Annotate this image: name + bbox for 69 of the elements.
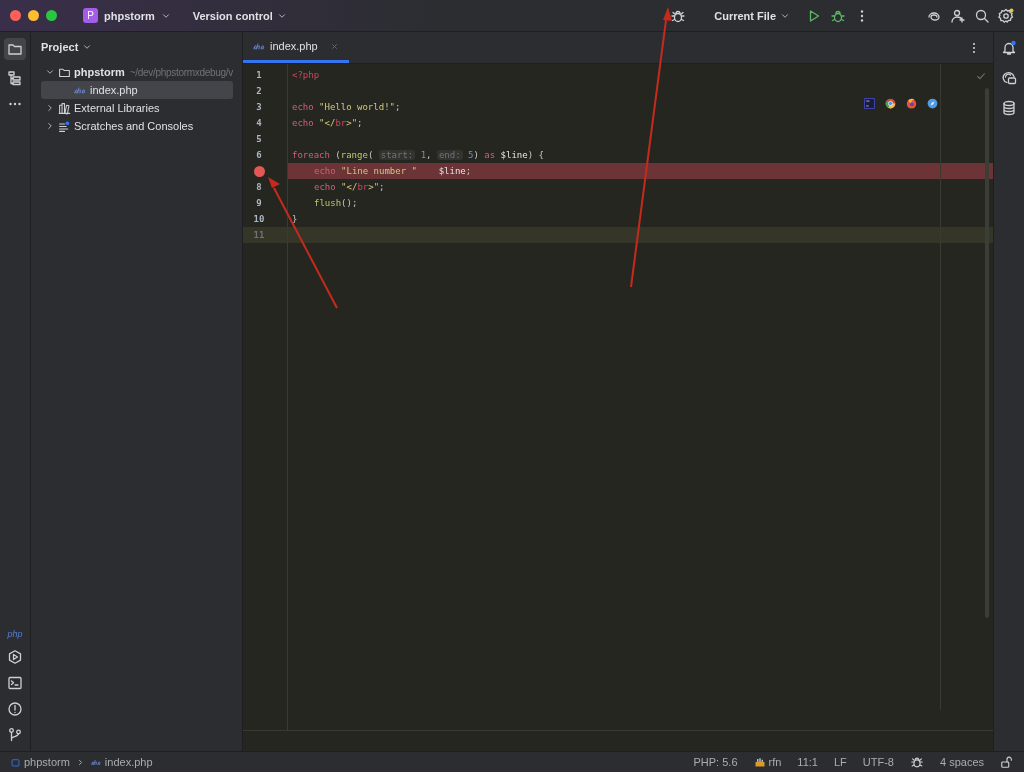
project-tool-button[interactable]	[4, 38, 26, 60]
check-icon	[975, 70, 987, 82]
structure-icon[interactable]	[7, 70, 23, 86]
line-number: 10	[253, 214, 265, 224]
line-number: 2	[256, 86, 262, 96]
lock-icon[interactable]	[1000, 755, 1014, 769]
code-line: echo "</br>";	[314, 182, 385, 192]
bell-icon[interactable]	[1001, 40, 1017, 56]
chevron-down-icon[interactable]	[45, 67, 55, 77]
line-number: 5	[256, 134, 262, 144]
safari-icon[interactable]	[926, 97, 939, 110]
tree-item[interactable]: phpstorm ~/dev/phpstormxdebug/v	[41, 63, 233, 81]
code-editor[interactable]: 1 2 3 4 5 6 8 9 10 11 <?php echo "Hello world!"; echo "</br>"; foreach (range( start: 1, end: 5) as $line) { echo "Line number " $line; echo "</br>"; flush(); }	[243, 64, 993, 730]
phpstorm-icon[interactable]	[863, 97, 876, 110]
scratch-icon	[58, 119, 71, 133]
tree-item[interactable]: Scratches and Consoles	[41, 117, 233, 135]
problems-icon[interactable]	[7, 701, 23, 717]
folder-icon	[7, 41, 23, 57]
code-line: <?php	[292, 70, 320, 80]
line-number: 8	[256, 182, 262, 192]
settings-icon[interactable]	[998, 7, 1014, 24]
line-number: 11	[253, 230, 265, 240]
status-item[interactable]: 4 spaces	[939, 756, 984, 768]
chrome-icon[interactable]	[884, 97, 897, 110]
status-item[interactable]: PHP: 5.6	[693, 756, 738, 768]
line-number: 6	[256, 150, 262, 160]
line-number: 9	[256, 198, 262, 208]
status-item[interactable]: rfn	[753, 756, 782, 768]
run-configuration-selector[interactable]: Current File	[714, 9, 790, 22]
code-line: foreach (range( start: 1, end: 5) as $line) {	[292, 150, 544, 160]
chat-icon[interactable]	[1001, 70, 1017, 86]
bug-icon[interactable]	[909, 755, 924, 769]
breakpoint-marker[interactable]	[253, 165, 265, 177]
database-icon[interactable]	[1001, 100, 1017, 116]
tree-item[interactable]: External Libraries	[41, 99, 233, 117]
project-logo: P	[83, 8, 98, 23]
terminal-icon[interactable]	[7, 675, 23, 691]
close-button[interactable]	[10, 10, 21, 21]
code-line: echo "Line number " $line;	[314, 166, 472, 176]
tree-item[interactable]: index.php	[41, 81, 233, 99]
line-number: 4	[256, 118, 262, 128]
minimize-button[interactable]	[28, 10, 39, 21]
code-line: }	[292, 214, 298, 224]
status-item[interactable]: 11:1	[797, 756, 818, 768]
line-number: 3	[256, 102, 262, 112]
code-line: echo "Hello world!";	[292, 102, 401, 112]
folder-path: ~/dev/phpstormxdebug/v	[129, 66, 233, 78]
chevron-right-icon[interactable]	[45, 121, 55, 131]
breadcrumb[interactable]: phpstorm	[10, 756, 70, 768]
project-switcher[interactable]: P phpstorm	[83, 8, 171, 23]
breadcrumb[interactable]: index.php	[90, 756, 153, 768]
library-icon	[58, 101, 71, 115]
maximize-button[interactable]	[46, 10, 57, 21]
folder-icon	[10, 756, 21, 768]
add-user-icon[interactable]	[950, 7, 966, 24]
git-icon[interactable]	[7, 727, 23, 743]
chevron-right-icon[interactable]	[45, 103, 55, 113]
services-icon[interactable]	[7, 649, 23, 665]
code-line: flush();	[314, 198, 358, 208]
chevron-down-icon	[82, 42, 93, 52]
panel-title[interactable]: Project	[41, 41, 79, 53]
line-number: 1	[256, 70, 262, 80]
status-item[interactable]: LF	[833, 756, 847, 768]
search-icon[interactable]	[974, 7, 990, 24]
version-control-menu[interactable]: Version control	[192, 9, 287, 22]
php-tool-button[interactable]: php	[7, 629, 23, 639]
status-item[interactable]: UTF-8	[862, 756, 894, 768]
firefox-icon[interactable]	[905, 97, 918, 110]
code-line: echo "</br>";	[292, 118, 363, 128]
